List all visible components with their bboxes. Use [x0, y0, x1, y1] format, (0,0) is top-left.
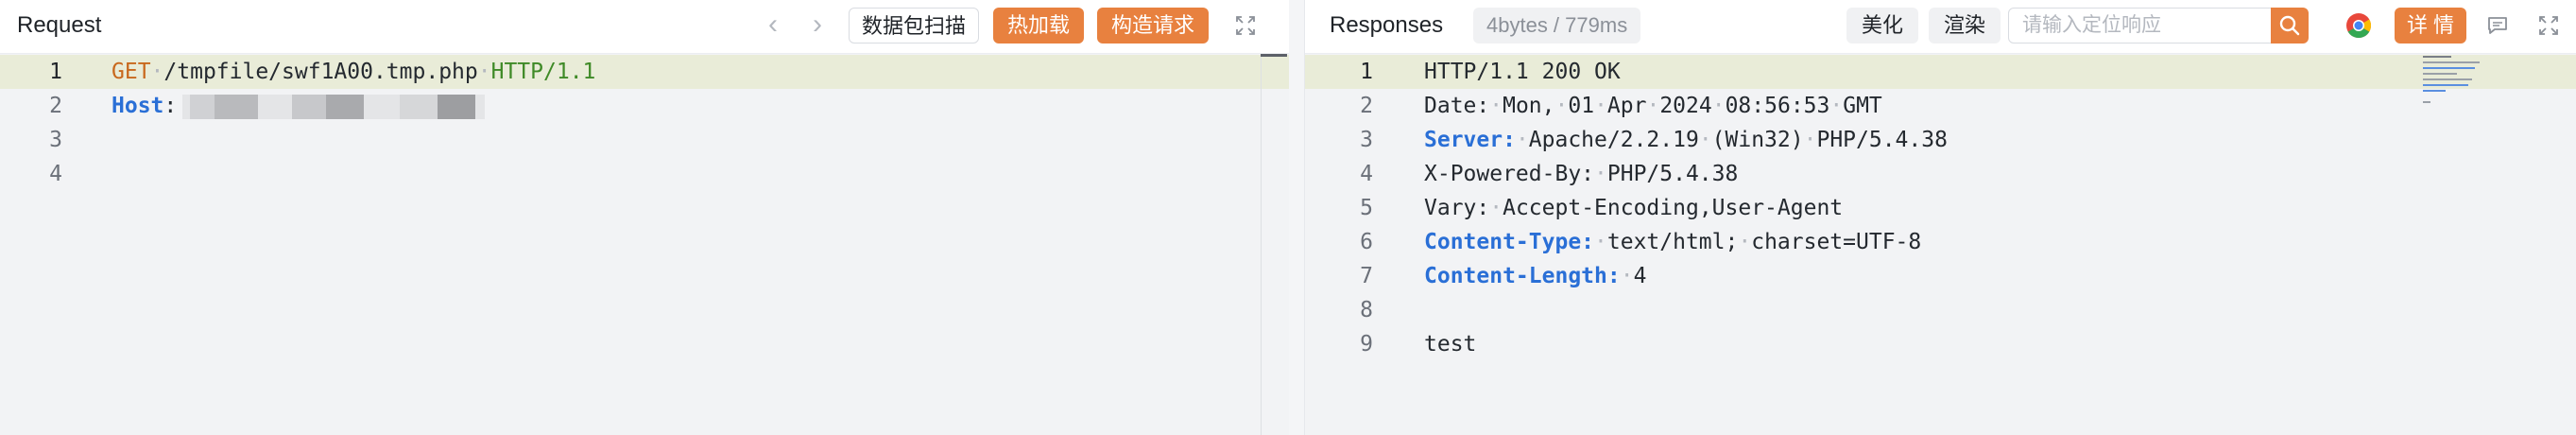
- response-line: 1 HTTP/1.1 200 OK: [1305, 55, 2576, 89]
- response-line-text: X-Powered-By:·PHP/5.4.38: [1424, 162, 1739, 186]
- response-line: 9 test: [1305, 327, 2576, 361]
- request-title: Request: [17, 12, 102, 38]
- header-key: Content-Length:: [1424, 264, 1621, 288]
- response-line: 7 Content-Length:·4: [1305, 259, 2576, 293]
- response-editor[interactable]: 1 HTTP/1.1 200 OK 2 Date:·Mon,·01·Apr·20…: [1305, 54, 2576, 435]
- header-key: Content-Type:: [1424, 230, 1595, 254]
- line-number: 4: [49, 162, 62, 186]
- response-line-text: Vary:·Accept-Encoding,User-Agent: [1424, 196, 1844, 220]
- request-line: 3: [0, 123, 1289, 157]
- packet-scan-button[interactable]: 数据包扫描: [849, 8, 979, 44]
- response-line-text: Server:·Apache/2.2.19·(Win32)·PHP/5.4.38: [1424, 128, 1948, 152]
- request-path: /tmpfile/swf1A00.tmp.php: [163, 60, 478, 84]
- chevron-right-icon[interactable]: ›: [800, 8, 834, 42]
- response-title: Responses: [1330, 12, 1444, 38]
- beautify-button[interactable]: 美化: [1846, 8, 1918, 44]
- line-number: 3: [1360, 128, 1373, 152]
- line-number: 7: [1360, 264, 1373, 288]
- line-number: 6: [1360, 230, 1373, 254]
- response-panel: Responses 4bytes / 779ms 美化 渲染 1 HTTP/1.…: [1304, 0, 2576, 435]
- header-key: Server:: [1424, 128, 1516, 152]
- request-line: 1 GET·/tmpfile/swf1A00.tmp.php·HTTP/1.1: [0, 55, 1289, 89]
- response-line: 5 Vary:·Accept-Encoding,User-Agent: [1305, 191, 2576, 225]
- response-line: 2 Date:·Mon,·01·Apr·2024·08:56:53·GMT: [1305, 89, 2576, 123]
- request-toolbar: Request ‹ › 数据包扫描 热加载 构造请求: [0, 0, 1289, 54]
- search-button[interactable]: [2271, 8, 2309, 44]
- line-number: 2: [1360, 94, 1373, 118]
- request-line: 4: [0, 157, 1289, 191]
- header-value: text/html;·charset=UTF-8: [1606, 230, 1922, 254]
- response-line: 3 Server:·Apache/2.2.19·(Win32)·PHP/5.4.…: [1305, 123, 2576, 157]
- redacted-host-value: [182, 94, 486, 119]
- line-number: 3: [49, 128, 62, 152]
- header-value: PHP/5.4.38: [1606, 162, 1739, 186]
- line-number: 1: [49, 60, 62, 84]
- response-search-input[interactable]: 请输入定位响应: [2008, 8, 2273, 44]
- details-button[interactable]: 详 情: [2395, 8, 2466, 44]
- request-line-text: Host:: [112, 89, 486, 123]
- scrollbar-thumb[interactable]: [1261, 54, 1287, 57]
- render-button[interactable]: 渲染: [1929, 8, 2001, 44]
- header-value: 4: [1633, 264, 1647, 288]
- response-line-text: HTTP/1.1 200 OK: [1424, 60, 1621, 84]
- response-line: 4 X-Powered-By:·PHP/5.4.38: [1305, 157, 2576, 191]
- response-line-text: Content-Type:·text/html;·charset=UTF-8: [1424, 230, 1922, 254]
- http-method: GET: [112, 60, 151, 84]
- header-key: Host: [112, 94, 164, 118]
- request-protocol: HTTP/1.1: [490, 60, 596, 84]
- chevron-left-icon[interactable]: ‹: [756, 8, 790, 42]
- request-editor[interactable]: 1 GET·/tmpfile/swf1A00.tmp.php·HTTP/1.1 …: [0, 54, 1289, 435]
- line-number: 5: [1360, 196, 1373, 220]
- response-size-badge: 4bytes / 779ms: [1473, 8, 1641, 44]
- request-line-text: GET·/tmpfile/swf1A00.tmp.php·HTTP/1.1: [112, 60, 596, 84]
- fullscreen-icon[interactable]: [1228, 8, 1263, 44]
- hot-load-button[interactable]: 热加载: [993, 8, 1084, 44]
- response-toolbar: Responses 4bytes / 779ms 美化 渲染: [1305, 0, 2576, 54]
- comment-icon[interactable]: [2480, 8, 2516, 44]
- http-viewer: Request ‹ › 数据包扫描 热加载 构造请求 1 GET·/tmpfil…: [0, 0, 2576, 435]
- line-number: 1: [1360, 60, 1373, 84]
- header-key: Date:: [1424, 94, 1490, 118]
- request-panel: Request ‹ › 数据包扫描 热加载 构造请求 1 GET·/tmpfil…: [0, 0, 1290, 435]
- search-icon: [2279, 15, 2300, 36]
- line-number: 8: [1360, 298, 1373, 322]
- header-key: Vary:: [1424, 196, 1490, 220]
- response-line: 8: [1305, 293, 2576, 327]
- header-value: Apache/2.2.19·(Win32)·PHP/5.4.38: [1528, 128, 1948, 152]
- header-value: Mon,·01·Apr·2024·08:56:53·GMT: [1503, 94, 1882, 118]
- chrome-icon[interactable]: [2341, 8, 2377, 44]
- header-key: X-Powered-By:: [1424, 162, 1595, 186]
- panel-divider[interactable]: [1289, 0, 1304, 435]
- response-line-text: test: [1424, 332, 1477, 357]
- response-line-text: Date:·Mon,·01·Apr·2024·08:56:53·GMT: [1424, 94, 1882, 118]
- line-number: 2: [49, 94, 62, 118]
- fullscreen-icon[interactable]: [2531, 8, 2567, 44]
- header-value: Accept-Encoding,User-Agent: [1503, 196, 1844, 220]
- code-minimap[interactable]: [2423, 56, 2508, 113]
- response-line: 6 Content-Type:·text/html;·charset=UTF-8: [1305, 225, 2576, 259]
- line-number: 4: [1360, 162, 1373, 186]
- request-line: 2 Host:: [0, 89, 1289, 123]
- build-request-button[interactable]: 构造请求: [1097, 8, 1209, 44]
- line-number: 9: [1360, 332, 1373, 357]
- response-line-text: Content-Length:·4: [1424, 264, 1647, 288]
- scrollbar-track[interactable]: [1261, 54, 1262, 435]
